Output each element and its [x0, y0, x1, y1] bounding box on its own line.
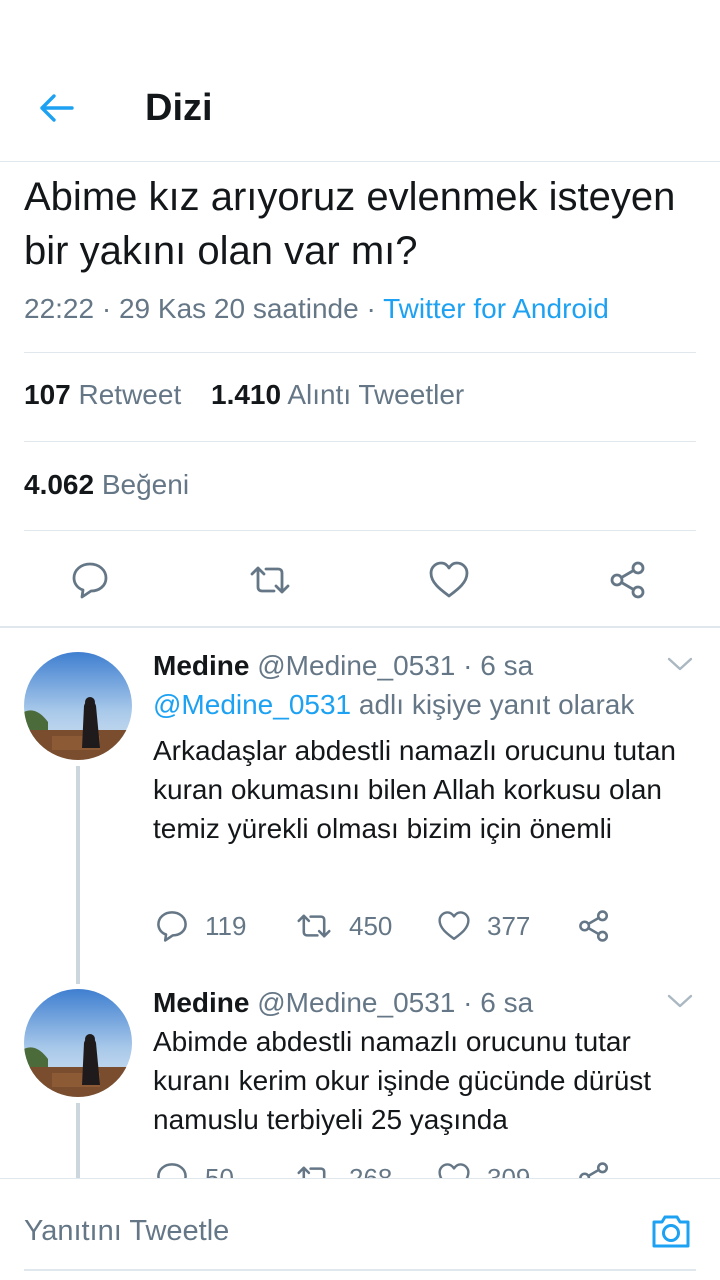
back-button[interactable] — [34, 86, 78, 130]
likes-stat[interactable]: 4.062 Beğeni — [24, 466, 189, 504]
reply-button[interactable] — [68, 558, 112, 602]
like-label: Beğeni — [101, 469, 190, 500]
time-separator: · — [463, 987, 481, 1018]
retweets-stat[interactable]: 107 Retweet — [24, 376, 181, 414]
retweet-quote-stats: 107 Retweet 1.410 Alıntı Tweetler — [24, 376, 486, 414]
share-button[interactable] — [606, 558, 650, 602]
section-divider — [0, 626, 720, 628]
thread-line — [76, 1103, 80, 1183]
reply-button[interactable]: 119 — [155, 906, 246, 946]
more-options-button[interactable] — [664, 985, 696, 1017]
meta-separator: · — [101, 293, 119, 324]
tweet-meta: 22:22 · 29 Kas 20 saatinde · Twitter for… — [24, 290, 609, 328]
retweet-icon — [297, 914, 331, 938]
avatar-photo — [24, 652, 132, 760]
reply-to-mention[interactable]: @Medine_0531 — [153, 689, 351, 720]
chevron-down-icon — [667, 994, 693, 1008]
reply-header: Medine @Medine_0531 · 6 sa — [153, 648, 533, 684]
reply-time: 6 sa — [480, 987, 534, 1018]
compose-underline — [24, 1269, 696, 1271]
like-stats: 4.062 Beğeni — [24, 466, 211, 504]
reply-text: Arkadaşlar abdestli namazlı orucunu tuta… — [153, 735, 676, 844]
retweet-label: Retweet — [78, 379, 182, 410]
reply-time: 6 sa — [480, 650, 534, 681]
tweet-text: Abime kız arıyoruz evlenmek isteyen bir … — [24, 175, 676, 273]
heart-icon — [429, 561, 469, 598]
like-count: 377 — [487, 910, 531, 941]
reply-actions: 119 450 377 — [153, 906, 693, 946]
camera-button[interactable] — [648, 1211, 694, 1251]
compose-bar: Yanıtını Tweetle — [0, 1178, 720, 1280]
page-title: Dizi — [145, 87, 213, 129]
user-handle[interactable]: @Medine_0531 — [257, 987, 455, 1018]
tweet-source-link[interactable]: Twitter for Android — [383, 293, 609, 324]
tweet-actions — [0, 548, 720, 610]
header-bar: Dizi — [0, 0, 720, 162]
quotes-stat[interactable]: 1.410 Alıntı Tweetler — [211, 376, 464, 414]
retweet-icon — [250, 566, 290, 594]
share-button[interactable] — [577, 906, 627, 946]
reply-count: 119 — [205, 910, 247, 941]
avatar[interactable] — [24, 652, 132, 760]
more-options-button[interactable] — [664, 648, 696, 680]
divider — [24, 352, 696, 353]
divider — [24, 441, 696, 442]
divider — [24, 530, 696, 531]
camera-icon — [652, 1215, 690, 1248]
tweet-time: 22:22 — [24, 293, 95, 324]
reply-icon — [157, 911, 187, 942]
like-count: 4.062 — [24, 469, 95, 500]
retweet-count: 107 — [24, 379, 71, 410]
avatar[interactable] — [24, 989, 132, 1097]
share-icon — [579, 910, 609, 942]
replying-to: @Medine_0531 adlı kişiye yanıt olarak — [153, 687, 634, 723]
chevron-down-icon — [667, 657, 693, 671]
share-icon — [610, 561, 645, 599]
reply-to-suffix: adlı kişiye yanıt olarak — [358, 689, 635, 720]
reply-header: Medine @Medine_0531 · 6 sa — [153, 985, 533, 1021]
retweet-button[interactable]: 450 — [295, 906, 392, 946]
user-handle[interactable]: @Medine_0531 — [257, 650, 455, 681]
tweet-date: 29 Kas 20 saatinde — [118, 293, 359, 324]
time-separator: · — [463, 650, 481, 681]
quote-count: 1.410 — [211, 379, 282, 410]
like-button[interactable]: 377 — [437, 906, 530, 946]
meta-separator: · — [366, 293, 384, 324]
quote-label: Alıntı Tweetler — [287, 379, 465, 410]
retweet-button[interactable] — [248, 558, 292, 602]
thread-line — [76, 766, 80, 984]
reply-text: Abimde abdestli namazlı orucunu tutar ku… — [153, 1026, 652, 1135]
retweet-count: 450 — [349, 910, 393, 941]
display-name[interactable]: Medine — [153, 987, 249, 1018]
display-name[interactable]: Medine — [153, 650, 249, 681]
like-button[interactable] — [427, 558, 471, 602]
reply-compose-input[interactable]: Yanıtını Tweetle — [24, 1213, 229, 1249]
heart-icon — [438, 911, 470, 940]
avatar-photo — [24, 989, 132, 1097]
arrow-left-icon — [40, 94, 74, 122]
reply-icon — [72, 562, 108, 599]
